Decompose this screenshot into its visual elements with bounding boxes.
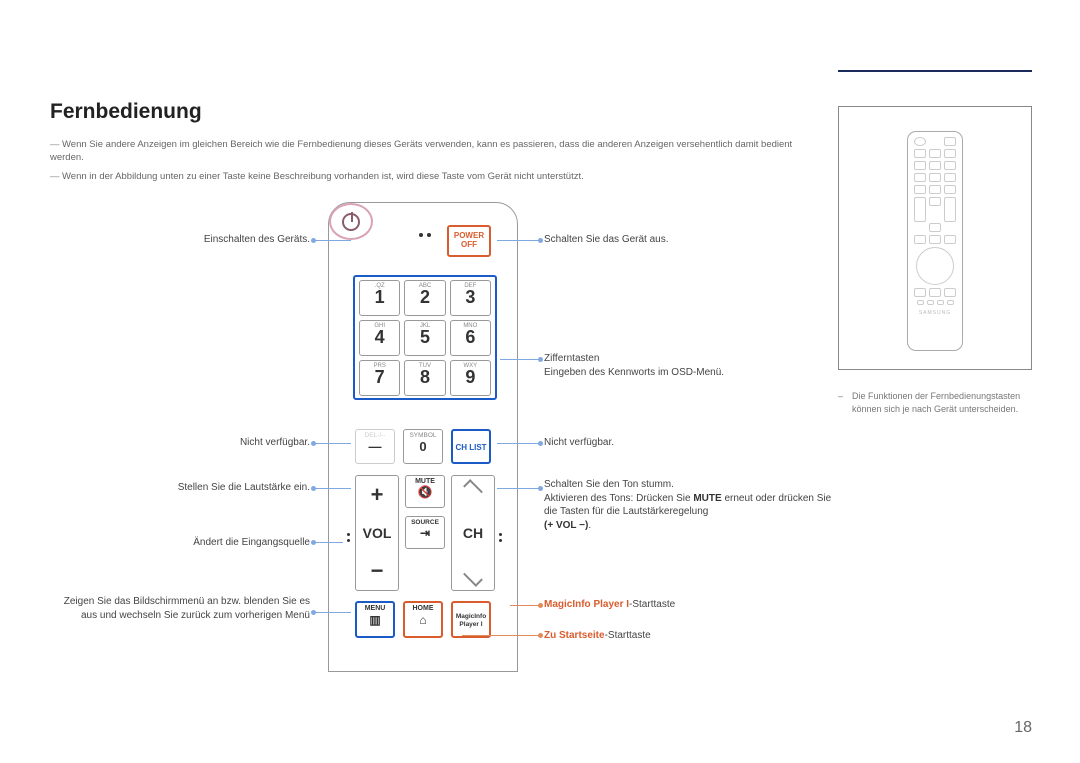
callout-mute: Schalten Sie den Ton stumm. Aktivieren d…: [544, 478, 834, 532]
menu-button: MENU▥: [355, 601, 395, 638]
vol-plus-icon: +: [371, 482, 384, 508]
power-button: [329, 203, 373, 240]
num-9: WXY9: [450, 360, 491, 396]
callout-magicinfo: MagicInfo Player I-Starttaste: [544, 598, 804, 612]
ir-indicator: [419, 233, 431, 237]
num-7: PRS7: [359, 360, 400, 396]
brand-label: SAMSUNG: [913, 310, 957, 316]
page-title: Fernbedienung: [50, 100, 202, 124]
home-icon: ⌂: [419, 613, 426, 627]
del-button: DEL-/--—: [355, 429, 395, 464]
numpad: .QZ1 ABC2 DEF3 GHI4 JKL5 MNO6 PRS7 TUV8 …: [353, 275, 497, 400]
mute-button: MUTE 🔇: [405, 475, 445, 508]
power-icon: [342, 213, 360, 231]
chevron-up-icon: [463, 479, 483, 499]
num-1: .QZ1: [359, 280, 400, 316]
mini-remote-illustration: SAMSUNG: [907, 131, 963, 351]
vol-minus-icon: −: [371, 558, 384, 584]
volume-rocker: + VOL −: [355, 475, 399, 591]
callout-power-off: Schalten Sie das Gerät aus.: [544, 233, 794, 247]
num-4: GHI4: [359, 320, 400, 356]
sidebar-frame: SAMSUNG: [838, 106, 1032, 370]
home-button: HOME⌂: [403, 601, 443, 638]
intro-note-2: Wenn in der Abbildung unten zu einer Tas…: [50, 170, 820, 183]
num-6: MNO6: [450, 320, 491, 356]
callout-na-left: Nicht verfügbar.: [50, 436, 310, 450]
mute-icon: 🔇: [418, 485, 433, 499]
intro-note-1: Wenn Sie andere Anzeigen im gleichen Ber…: [50, 138, 820, 165]
symbol-0-button: SYMBOL0: [403, 429, 443, 464]
magicinfo-button: MagicInfoPlayer I: [451, 601, 491, 638]
chevron-down-icon: [463, 567, 483, 587]
callout-home: Zu Startseite-Starttaste: [544, 629, 804, 643]
num-8: TUV8: [404, 360, 445, 396]
callout-chlist: Nicht verfügbar.: [544, 436, 794, 450]
callout-menu: Zeigen Sie das Bildschirmmenü an bzw. bl…: [50, 595, 310, 622]
num-3: DEF3: [450, 280, 491, 316]
num-5: JKL5: [404, 320, 445, 356]
ch-list-button: CH LIST: [451, 429, 491, 464]
sidebar-note: –Die Funktionen der Fernbedienungstasten…: [838, 390, 1032, 415]
power-off-button: POWER OFF: [447, 225, 491, 257]
source-button: SOURCE ⇥: [405, 516, 445, 549]
source-icon: ⇥: [420, 526, 430, 540]
callout-volume: Stellen Sie die Lautstärke ein.: [50, 481, 310, 495]
callout-numpad: Zifferntasten Eingeben des Kennworts im …: [544, 352, 824, 379]
page-number: 18: [1014, 719, 1032, 737]
callout-power-on: Einschalten des Geräts.: [50, 233, 310, 247]
menu-icon: ▥: [369, 613, 380, 627]
num-2: ABC2: [404, 280, 445, 316]
callout-source: Ändert die Eingangsquelle: [50, 536, 310, 550]
channel-rocker: CH: [451, 475, 495, 591]
remote-diagram: POWER OFF .QZ1 ABC2 DEF3 GHI4 JKL5 MNO6 …: [328, 202, 518, 672]
